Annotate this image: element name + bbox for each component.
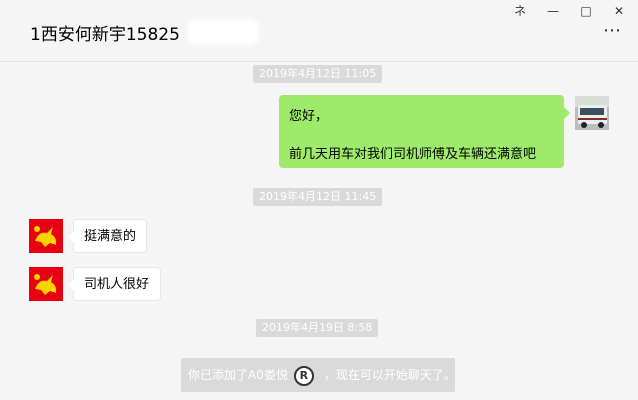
bus-photo-icon (575, 96, 609, 130)
system-notice-text: ，现在可以开始聊天了。 (323, 368, 456, 382)
bull-logo-icon (29, 219, 63, 253)
more-options-icon[interactable]: ⋯ (603, 22, 622, 40)
timestamp: 2019年4月12日 11:45 (253, 188, 383, 206)
bull-logo-icon (29, 267, 63, 301)
redaction-mark (190, 22, 256, 42)
timestamp: 2019年4月19日 8:58 (256, 319, 379, 337)
registered-mark-icon: R (293, 365, 314, 386)
pin-icon[interactable]: ネ (506, 2, 534, 20)
chat-title: 1西安何新宇15825 (30, 25, 180, 45)
timestamp: 2019年4月12日 11:05 (253, 65, 383, 83)
contact-avatar[interactable] (29, 267, 63, 301)
close-icon[interactable]: ✕ (605, 2, 633, 20)
incoming-message-bubble[interactable]: 挺满意的 (68, 219, 147, 253)
system-notice-text: 你已添加了A0娄悦 (188, 368, 288, 382)
message-line: 前几天用车对我们司机师傅及车辆还满意吧 (289, 147, 537, 162)
system-notice: 你已添加了A0娄悦 R ，现在可以开始聊天了。 (181, 358, 456, 392)
maximize-icon[interactable]: □ (572, 2, 600, 20)
outgoing-message-bubble[interactable]: 您好， 前几天用车对我们司机师傅及车辆还满意吧 (279, 95, 570, 168)
chat-header: 1西安何新宇15825 ネ — □ ✕ ⋯ (0, 0, 638, 62)
minimize-icon[interactable]: — (539, 2, 567, 20)
incoming-message-bubble[interactable]: 司机人很好 (68, 267, 161, 301)
contact-avatar[interactable] (29, 219, 63, 253)
message-line: 您好， (289, 109, 329, 124)
my-avatar[interactable] (575, 96, 609, 130)
